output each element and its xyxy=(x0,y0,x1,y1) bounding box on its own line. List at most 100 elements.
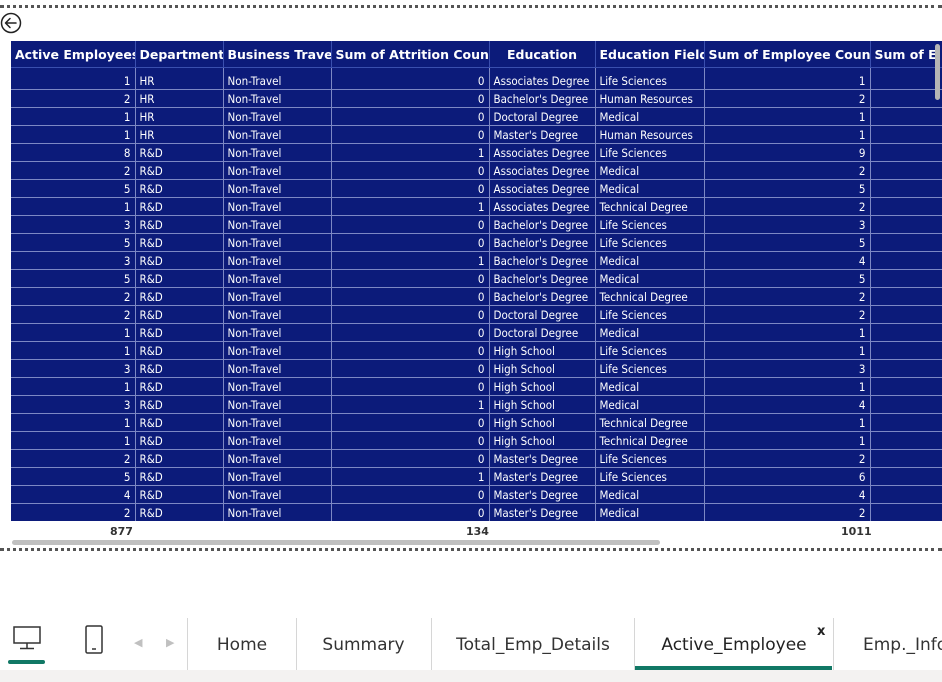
cell-active-employees: 3 xyxy=(11,395,136,414)
cell-attrition-count: 0 xyxy=(331,269,490,288)
table-row[interactable]: 4 R&D Non-Travel 0 Master's Degree Medical 4 xyxy=(11,485,942,504)
table-row[interactable]: 2 R&D Non-Travel 0 Master's Degree Life Scien… xyxy=(11,449,942,468)
cell-department: R&D xyxy=(135,161,224,180)
table-row[interactable]: 5 R&D Non-Travel 0 Associates Degree Medical 5 xyxy=(11,179,942,198)
cell-business-travel: Non-Travel xyxy=(223,341,332,360)
col-header-education[interactable]: Education xyxy=(489,41,596,68)
cell-active-employees: 1 xyxy=(11,197,136,216)
table-row[interactable]: 3 R&D Non-Travel 0 High School Life Sciences 3 xyxy=(11,359,942,378)
table-row[interactable]: 2 HR Non-Travel 0 Bachelor's Degree Human Res… xyxy=(11,89,942,108)
data-table[interactable]: Active Employees Department Business Tra… xyxy=(11,41,942,521)
table-row[interactable]: 1 R&D Non-Travel 0 High School Life Sciences 1 xyxy=(11,341,942,360)
table-row[interactable]: 2 R&D Non-Travel 0 Bachelor's Degree Technica… xyxy=(11,287,942,306)
table-row[interactable]: 1 R&D Non-Travel 0 High School Technical Degr… xyxy=(11,413,942,432)
cell-attrition-count: 0 xyxy=(331,503,490,521)
cell-attrition-count: 1 xyxy=(331,251,490,270)
cell-sum-e xyxy=(870,107,942,126)
cell-business-travel: Non-Travel xyxy=(223,179,332,198)
vertical-scrollbar[interactable] xyxy=(935,44,940,100)
cell-sum-e xyxy=(870,287,942,306)
table-row[interactable]: 5 R&D Non-Travel 0 Bachelor's Degree Life Sci… xyxy=(11,233,942,252)
table-row[interactable]: 5 R&D Non-Travel 1 Master's Degree Life Scien… xyxy=(11,467,942,486)
col-header-active-employees[interactable]: Active Employees xyxy=(11,41,136,68)
cell-active-employees: 1 xyxy=(11,341,136,360)
cell-sum-e xyxy=(870,161,942,180)
cell-attrition-count: 0 xyxy=(331,485,490,504)
cell-education-field: Medical xyxy=(595,395,705,414)
cell-active-employees: 1 xyxy=(11,72,136,90)
table-row[interactable]: 5 R&D Non-Travel 0 Bachelor's Degree Medical 5 xyxy=(11,269,942,288)
table-row[interactable]: 3 R&D Non-Travel 1 High School Medical 4 xyxy=(11,395,942,414)
cell-employee-count: 1 xyxy=(704,413,871,432)
mobile-icon[interactable] xyxy=(84,624,104,656)
cell-sum-e xyxy=(870,413,942,432)
cell-business-travel: Non-Travel xyxy=(223,413,332,432)
col-header-sum-e[interactable]: Sum of E xyxy=(870,41,942,68)
cell-sum-e xyxy=(870,485,942,504)
cell-active-employees: 1 xyxy=(11,377,136,396)
back-arrow-icon[interactable] xyxy=(0,12,22,34)
table-row[interactable]: 1 HR Non-Travel 0 Doctoral Degree Medical 1 xyxy=(11,107,942,126)
cell-department: R&D xyxy=(135,215,224,234)
cell-department: R&D xyxy=(135,341,224,360)
desktop-icon[interactable] xyxy=(12,624,42,652)
cell-education-field: Human Resources xyxy=(595,89,705,108)
cell-business-travel: Non-Travel xyxy=(223,467,332,486)
cell-department: R&D xyxy=(135,449,224,468)
cell-active-employees: 5 xyxy=(11,467,136,486)
cell-active-employees: 2 xyxy=(11,305,136,324)
total-attrition-count: 134 xyxy=(466,525,489,538)
table-row[interactable]: 1 R&D Non-Travel 0 High School Medical 1 xyxy=(11,377,942,396)
cell-employee-count: 2 xyxy=(704,305,871,324)
table-row[interactable]: 1 R&D Non-Travel 1 Associates Degree Technica… xyxy=(11,197,942,216)
cell-attrition-count: 0 xyxy=(331,72,490,90)
cell-education-field: Technical Degree xyxy=(595,287,705,306)
chevron-right-icon[interactable]: ▶ xyxy=(166,636,174,649)
cell-sum-e xyxy=(870,431,942,450)
cell-sum-e xyxy=(870,251,942,270)
table-row[interactable]: 2 R&D Non-Travel 0 Associates Degree Medical 2 xyxy=(11,161,942,180)
table-row[interactable]: 1 HR Non-Travel 0 Associates Degree Life Scie… xyxy=(11,72,942,90)
cell-department: R&D xyxy=(135,485,224,504)
cell-sum-e xyxy=(870,449,942,468)
table-row[interactable]: 1 R&D Non-Travel 0 Doctoral Degree Medical 1 xyxy=(11,323,942,342)
cell-education: Associates Degree xyxy=(489,179,596,198)
cell-attrition-count: 0 xyxy=(331,215,490,234)
cell-education: Associates Degree xyxy=(489,143,596,162)
close-tab-button[interactable]: x xyxy=(817,624,825,639)
page-tabs-bar: ◀ ▶ Home Summary Total_Emp_Details Activ… xyxy=(0,618,942,682)
cell-education-field: Life Sciences xyxy=(595,341,705,360)
table-row[interactable]: 3 R&D Non-Travel 1 Bachelor's Degree Medical 4 xyxy=(11,251,942,270)
table-row[interactable]: 2 R&D Non-Travel 0 Doctoral Degree Life Scien… xyxy=(11,305,942,324)
cell-business-travel: Non-Travel xyxy=(223,359,332,378)
tab-active-employee[interactable]: Active_Employee xyxy=(634,618,834,670)
table-row[interactable]: 1 R&D Non-Travel 0 High School Technical Degr… xyxy=(11,431,942,450)
col-header-department[interactable]: Department xyxy=(135,41,224,68)
cell-education-field: Medical xyxy=(595,323,705,342)
cell-employee-count: 1 xyxy=(704,72,871,90)
table-row[interactable]: 3 R&D Non-Travel 0 Bachelor's Degree Life Sci… xyxy=(11,215,942,234)
tab-home[interactable]: Home xyxy=(187,618,297,670)
cell-business-travel: Non-Travel xyxy=(223,503,332,521)
cell-education: Doctoral Degree xyxy=(489,323,596,342)
cell-business-travel: Non-Travel xyxy=(223,72,332,90)
cell-business-travel: Non-Travel xyxy=(223,449,332,468)
cell-education: Doctoral Degree xyxy=(489,107,596,126)
cell-department: R&D xyxy=(135,503,224,521)
table-row[interactable]: 8 R&D Non-Travel 1 Associates Degree Life Sci… xyxy=(11,143,942,162)
col-header-attrition-count[interactable]: Sum of Attrition Count xyxy=(331,41,490,68)
col-header-business-travel[interactable]: Business Travel xyxy=(223,41,332,68)
table-row[interactable]: 2 R&D Non-Travel 0 Master's Degree Medical 2 xyxy=(11,503,942,521)
cell-employee-count: 9 xyxy=(704,143,871,162)
tab-emp-info[interactable]: Emp._Info xyxy=(833,618,942,670)
table-row[interactable]: 1 HR Non-Travel 0 Master's Degree Human Resou… xyxy=(11,125,942,144)
tab-summary[interactable]: Summary xyxy=(296,618,432,670)
chevron-left-icon[interactable]: ◀ xyxy=(134,636,142,649)
tab-total-emp-details[interactable]: Total_Emp_Details xyxy=(432,618,635,670)
cell-active-employees: 4 xyxy=(11,485,136,504)
cell-education: High School xyxy=(489,377,596,396)
col-header-education-field[interactable]: Education Field xyxy=(595,41,705,68)
cell-active-employees: 3 xyxy=(11,251,136,270)
col-header-employee-count[interactable]: Sum of Employee Count xyxy=(704,41,871,68)
horizontal-scrollbar[interactable] xyxy=(12,540,660,545)
